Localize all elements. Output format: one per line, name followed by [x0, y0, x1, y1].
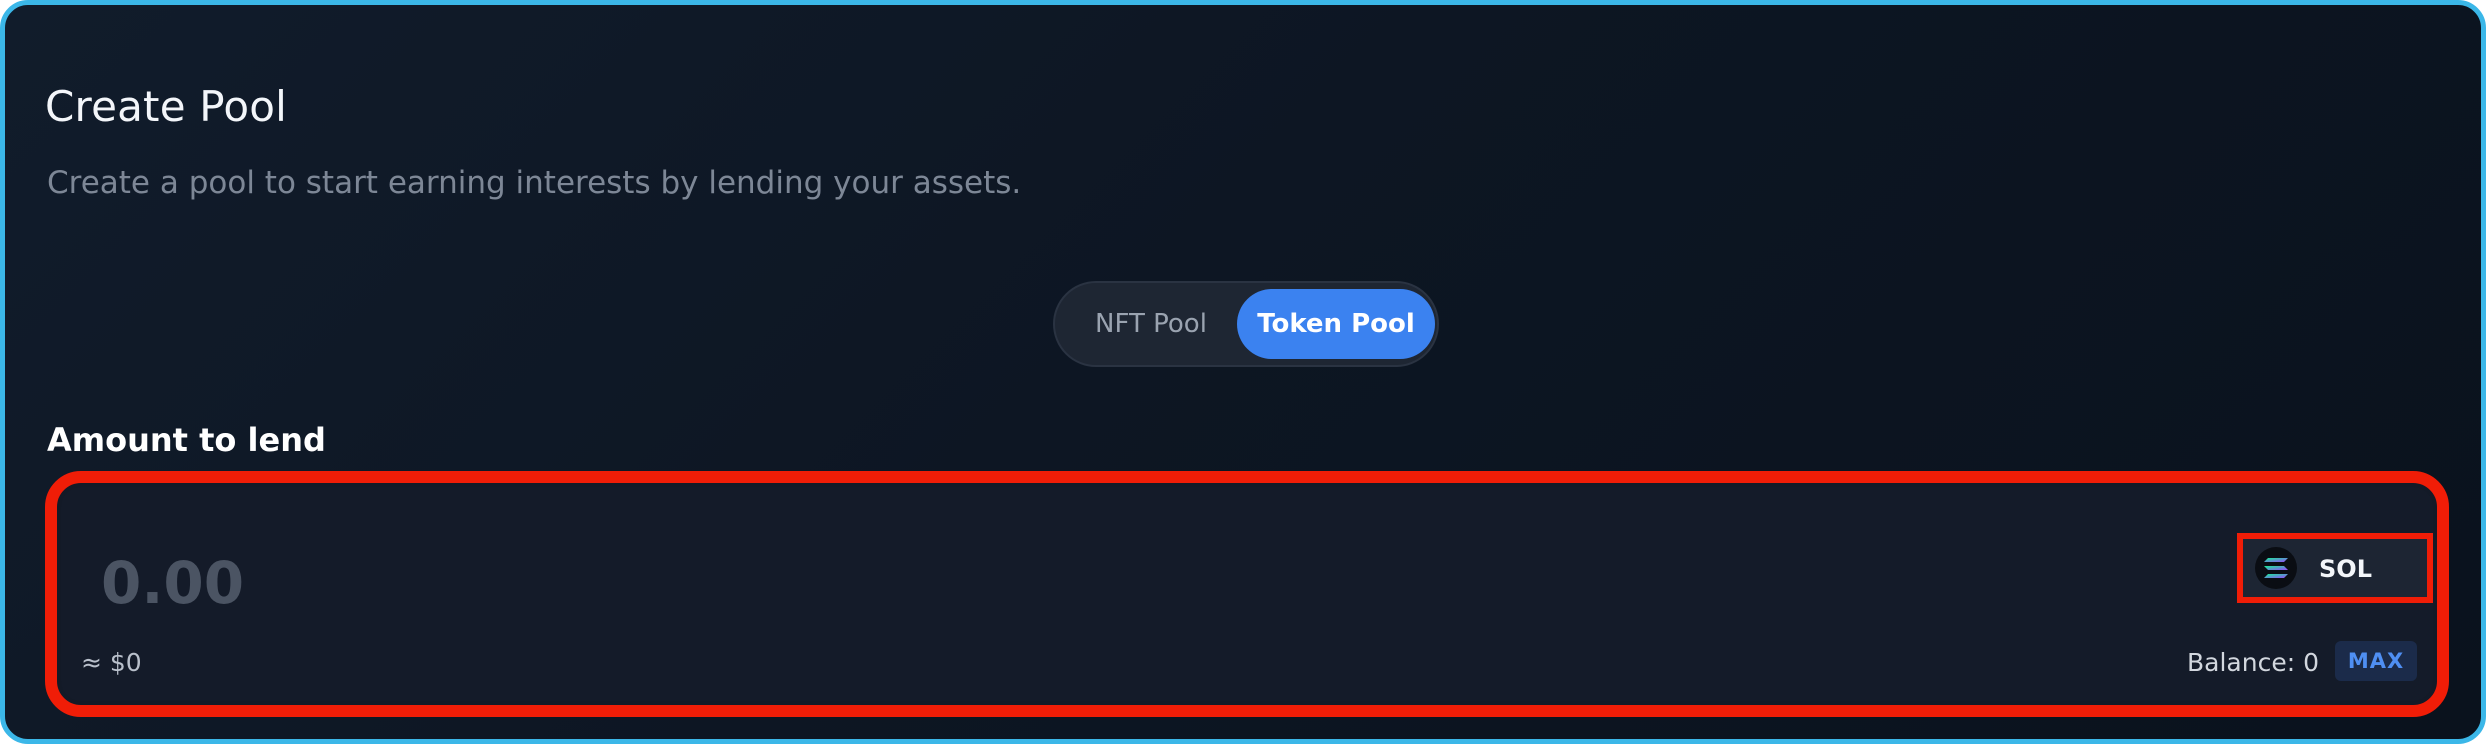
- max-button[interactable]: MAX: [2335, 641, 2417, 681]
- amount-input-inner: ≈ $0 SOL: [61, 487, 2433, 701]
- create-pool-card: Create Pool Create a pool to start earni…: [0, 0, 2486, 744]
- page-title: Create Pool: [45, 82, 287, 131]
- amount-input-panel: ≈ $0 SOL: [45, 471, 2449, 717]
- tab-token-pool[interactable]: Token Pool: [1237, 289, 1435, 359]
- token-symbol: SOL: [2319, 555, 2372, 583]
- token-select-button[interactable]: SOL: [2237, 533, 2433, 603]
- balance-text: Balance: 0: [2187, 648, 2319, 677]
- tab-nft-pool[interactable]: NFT Pool: [1061, 289, 1241, 359]
- amount-label: Amount to lend: [47, 421, 326, 459]
- usd-value: ≈ $0: [81, 648, 142, 677]
- page-subtitle: Create a pool to start earning interests…: [47, 165, 1022, 201]
- pool-type-toggle: NFT Pool Token Pool: [1053, 281, 1439, 367]
- solana-icon: [2255, 547, 2297, 589]
- amount-input[interactable]: [101, 543, 1301, 623]
